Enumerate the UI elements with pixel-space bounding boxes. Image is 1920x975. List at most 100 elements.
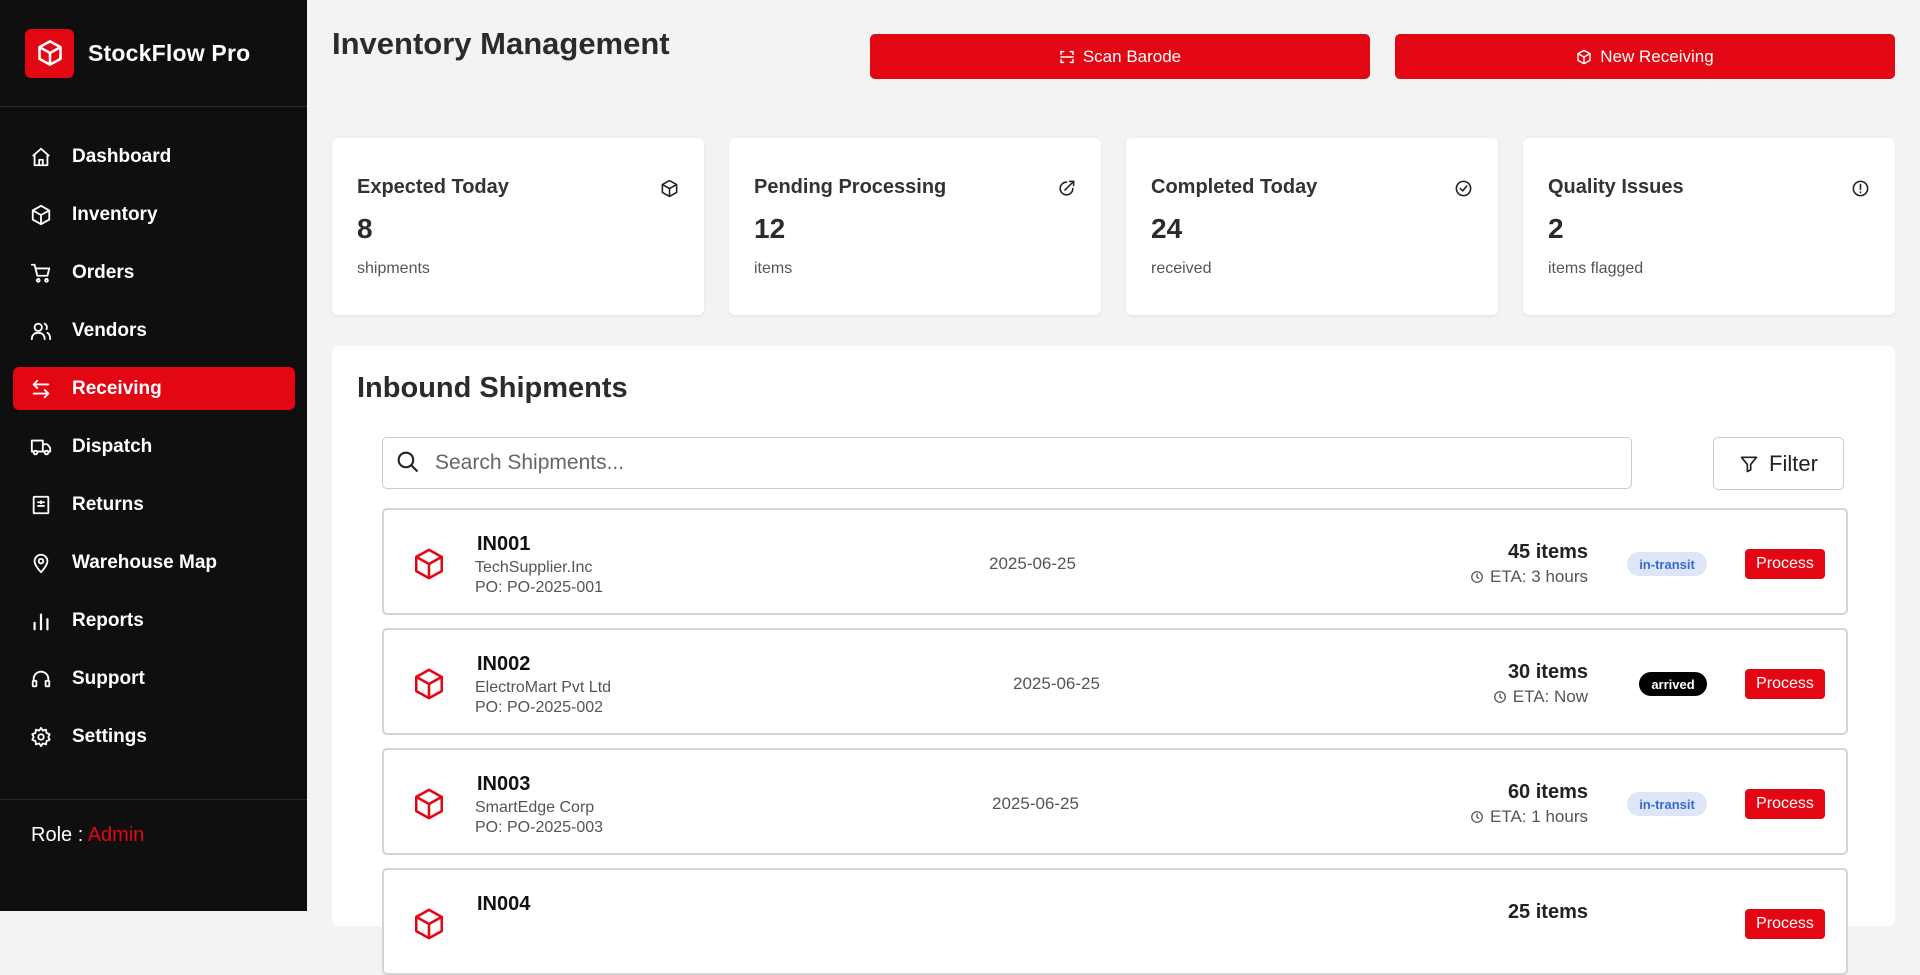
- stat-title: Completed Today: [1151, 176, 1318, 198]
- sidebar-item-warehouse-map[interactable]: Warehouse Map: [13, 541, 295, 584]
- sidebar-item-inventory[interactable]: Inventory: [13, 193, 295, 236]
- users-icon: [30, 320, 52, 342]
- clock-icon: [1493, 690, 1507, 704]
- stat-card-pending-processing: Pending Processing 12 items: [729, 138, 1101, 315]
- shipment-vendor: TechSupplier.Inc: [475, 559, 593, 576]
- box-icon: [30, 204, 52, 226]
- shipment-row[interactable]: IN001 TechSupplier.Inc PO: PO-2025-001 2…: [382, 508, 1848, 615]
- process-button[interactable]: Process: [1745, 549, 1825, 579]
- shipment-eta-text: ETA: 1 hours: [1490, 807, 1588, 826]
- package-icon: [412, 906, 446, 942]
- sidebar-item-returns[interactable]: Returns: [13, 483, 295, 526]
- box-icon: [1576, 49, 1592, 65]
- sidebar-item-dispatch[interactable]: Dispatch: [13, 425, 295, 468]
- shipment-po: PO: PO-2025-003: [475, 819, 604, 836]
- home-icon: [30, 146, 52, 168]
- status-badge: in-transit: [1627, 792, 1707, 816]
- shipment-row[interactable]: IN004 25 items Process: [382, 868, 1848, 975]
- shipment-quantity: 60 items ETA: 1 hours: [1470, 781, 1588, 827]
- map-pin-icon: [30, 552, 52, 574]
- stat-value: 12: [754, 213, 786, 244]
- gear-icon: [30, 726, 52, 748]
- sidebar-item-vendors[interactable]: Vendors: [13, 309, 295, 352]
- filter-button[interactable]: Filter: [1713, 437, 1844, 490]
- stat-subtitle: items: [754, 260, 793, 277]
- inbound-shipments-panel: Inbound Shipments Filter IN001 TechSuppl…: [332, 346, 1895, 975]
- sidebar-item-support[interactable]: Support: [13, 657, 295, 700]
- process-button[interactable]: Process: [1745, 789, 1825, 819]
- search-icon: [395, 449, 420, 474]
- stat-title: Pending Processing: [754, 176, 947, 198]
- brand: StockFlow Pro: [0, 0, 307, 107]
- sidebar-item-label: Dashboard: [72, 145, 172, 167]
- sidebar-item-label: Reports: [72, 609, 144, 631]
- shipment-items: 45 items: [1507, 541, 1588, 563]
- headset-icon: [30, 668, 52, 690]
- scan-icon: [1059, 49, 1075, 65]
- filter-icon: [1739, 454, 1759, 474]
- scan-barcode-label: Scan Barode: [1082, 46, 1182, 66]
- check-circle-icon: [1454, 179, 1473, 198]
- shipment-po: PO: PO-2025-002: [475, 699, 604, 716]
- bar-chart-icon: [30, 610, 52, 632]
- stat-card-completed-today: Completed Today 24 received: [1126, 138, 1498, 315]
- sidebar-item-label: Orders: [72, 261, 135, 283]
- shipment-id: IN001: [477, 533, 531, 555]
- truck-icon: [30, 436, 52, 458]
- cube-icon: [25, 28, 74, 78]
- page-title: Inventory Management: [332, 26, 670, 61]
- sidebar-item-settings[interactable]: Settings: [13, 715, 295, 758]
- sidebar-item-label: Inventory: [72, 203, 158, 225]
- search-input[interactable]: [433, 438, 1623, 488]
- stat-value: 2: [1548, 213, 1564, 244]
- sidebar-nav: Dashboard Inventory Orders Vendors Recei…: [0, 107, 307, 758]
- scan-barcode-button[interactable]: Scan Barode: [870, 34, 1370, 79]
- sidebar-item-orders[interactable]: Orders: [13, 251, 295, 294]
- sidebar-item-dashboard[interactable]: Dashboard: [13, 135, 295, 178]
- sidebar-item-reports[interactable]: Reports: [13, 599, 295, 642]
- stat-card-quality-issues: Quality Issues 2 items flagged: [1523, 138, 1895, 315]
- shipment-quantity: 30 items ETA: Now: [1493, 661, 1588, 707]
- shipment-date: 2025-06-25: [1013, 674, 1100, 693]
- edit-circle-icon: [1057, 179, 1076, 198]
- shipment-date: 2025-06-25: [992, 794, 1079, 813]
- sidebar-item-label: Dispatch: [72, 435, 153, 457]
- stat-value: 8: [357, 213, 373, 244]
- sidebar-item-label: Vendors: [72, 319, 147, 341]
- shipment-eta-text: ETA: 3 hours: [1490, 567, 1588, 586]
- section-title: Inbound Shipments: [357, 372, 628, 404]
- shipment-items: 25 items: [1507, 901, 1588, 923]
- shipment-id: IN002: [477, 653, 531, 675]
- shipment-po: PO: PO-2025-001: [475, 579, 604, 596]
- cart-icon: [30, 262, 52, 284]
- shipment-items: 30 items: [1507, 661, 1588, 683]
- package-icon: [412, 546, 446, 582]
- filter-label: Filter: [1769, 450, 1818, 476]
- stats-row: Expected Today 8 shipments Pending Proce…: [332, 138, 1895, 315]
- shipment-row[interactable]: IN003 SmartEdge Corp PO: PO-2025-003 202…: [382, 748, 1848, 855]
- shipment-row[interactable]: IN002 ElectroMart Pvt Ltd PO: PO-2025-00…: [382, 628, 1848, 735]
- package-icon: [412, 666, 446, 702]
- sidebar-item-receiving[interactable]: Receiving: [13, 367, 295, 410]
- sidebar-item-label: Returns: [72, 493, 144, 515]
- status-badge: in-transit: [1627, 552, 1707, 576]
- box-icon: [660, 179, 679, 198]
- main-content: Inventory Management Scan Barode New Rec…: [307, 0, 1920, 975]
- process-button[interactable]: Process: [1745, 909, 1825, 939]
- sidebar-item-label: Warehouse Map: [72, 551, 217, 573]
- role-value: Admin: [87, 824, 145, 846]
- shipment-id: IN003: [477, 773, 531, 795]
- sidebar-item-label: Settings: [72, 725, 147, 747]
- stat-subtitle: shipments: [357, 260, 430, 277]
- receipt-icon: [30, 494, 52, 516]
- shipment-items: 60 items: [1507, 781, 1588, 803]
- process-button[interactable]: Process: [1745, 669, 1825, 699]
- new-receiving-button[interactable]: New Receiving: [1395, 34, 1895, 79]
- shipment-eta: ETA: 3 hours: [1470, 567, 1588, 587]
- stat-subtitle: items flagged: [1548, 260, 1644, 277]
- shipment-vendor: SmartEdge Corp: [475, 799, 595, 816]
- stat-value: 24: [1151, 213, 1183, 244]
- shipment-quantity: 45 items ETA: 3 hours: [1470, 541, 1588, 587]
- stat-subtitle: received: [1151, 260, 1212, 277]
- clock-icon: [1470, 810, 1484, 824]
